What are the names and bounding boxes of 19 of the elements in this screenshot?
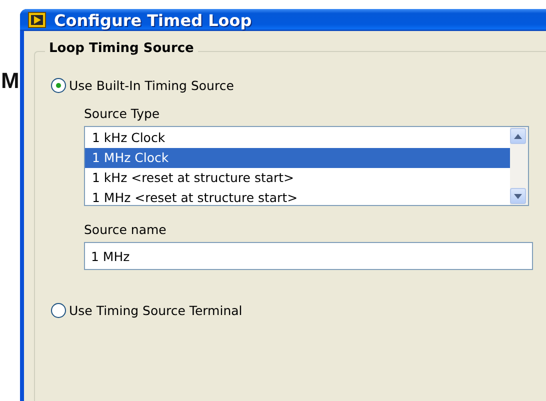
list-box[interactable]: 1 kHz Clock 1 MHz Clock 1 kHz <reset at structure start> 1 MHz <reset at structure start> <box>84 126 529 206</box>
field-label: Source name <box>84 222 168 237</box>
field-label: Source Type <box>84 106 161 121</box>
list-item[interactable]: 1 MHz Clock <box>85 148 510 168</box>
list-item[interactable]: 1 MHz <reset at structure start> <box>85 188 510 208</box>
radio-label: Use Timing Source Terminal <box>69 303 242 318</box>
scrollbar[interactable] <box>510 127 528 205</box>
scroll-up-icon[interactable] <box>510 128 526 144</box>
radio-label: Use Built-In Timing Source <box>69 78 234 93</box>
window-title: Configure Timed Loop <box>54 10 252 30</box>
scroll-down-icon[interactable] <box>510 188 526 204</box>
input-field[interactable]: 1 MHz <box>84 242 533 270</box>
radio-button[interactable] <box>51 78 66 93</box>
background-text: M <box>1 70 20 92</box>
list-item[interactable]: 1 kHz Clock <box>85 128 510 148</box>
radio-button[interactable] <box>51 303 66 318</box>
play-icon <box>28 12 46 28</box>
group-title: Loop Timing Source <box>45 41 198 56</box>
list-item[interactable]: 1 kHz <reset at structure start> <box>85 168 510 188</box>
